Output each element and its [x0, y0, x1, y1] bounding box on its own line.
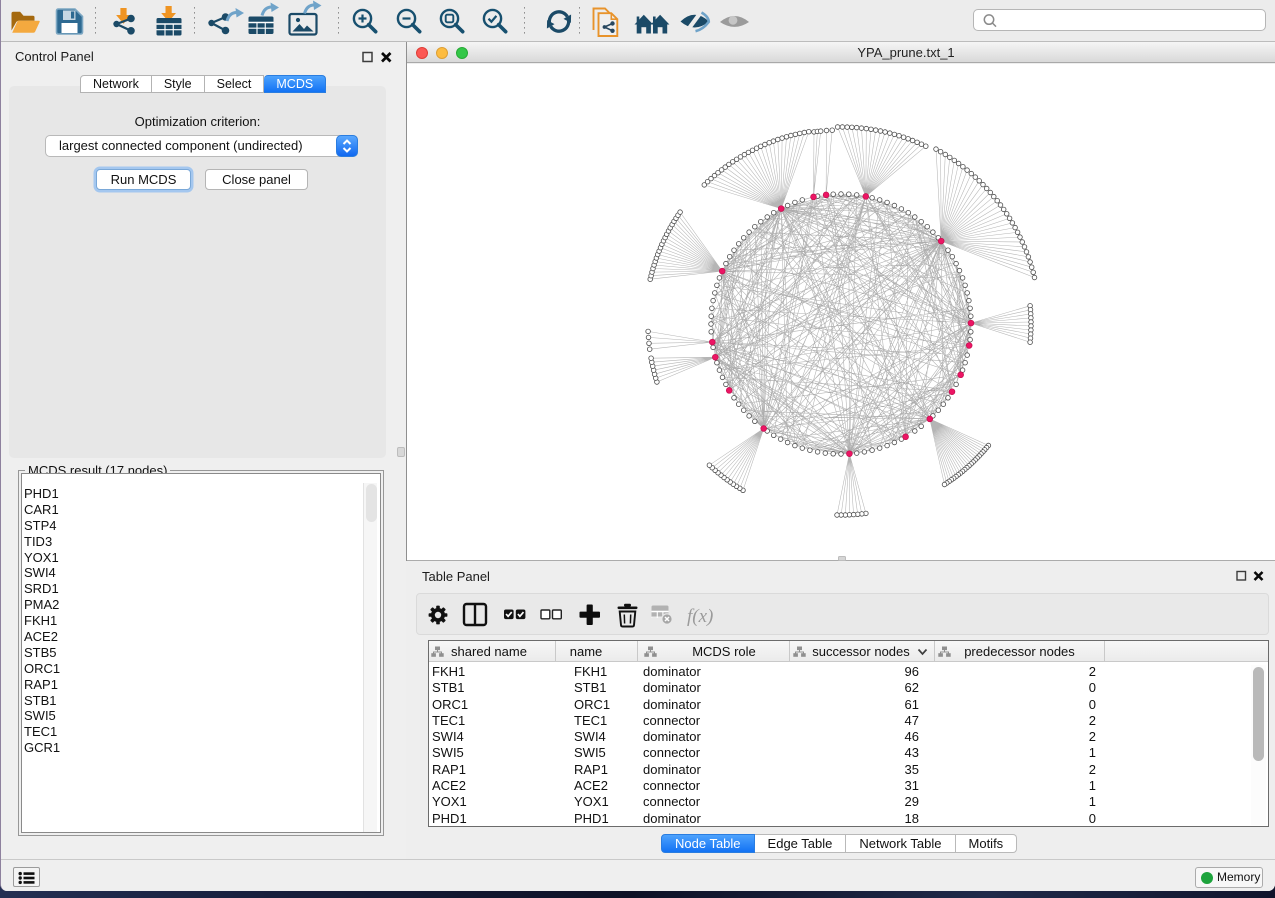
svg-text:f(x): f(x) [687, 606, 713, 627]
